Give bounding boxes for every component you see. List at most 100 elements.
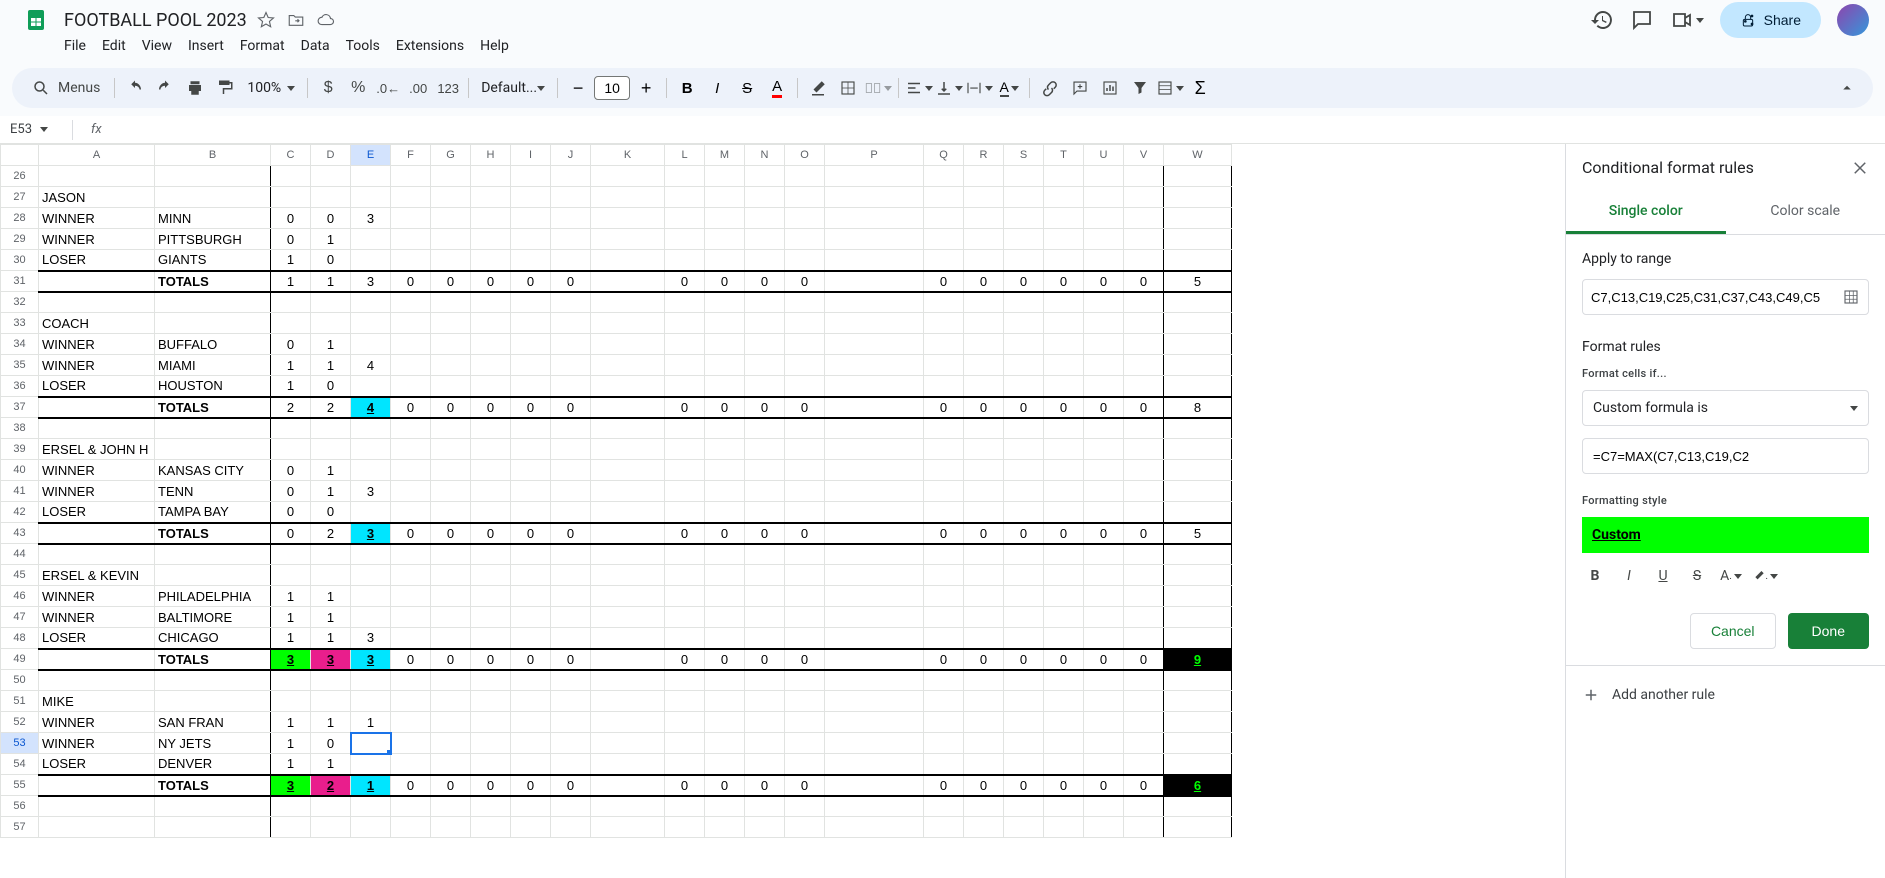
cell-R34[interactable] [964, 334, 1004, 355]
cell-G39[interactable] [431, 439, 471, 460]
cell-U47[interactable] [1084, 607, 1124, 628]
cell-D27[interactable] [311, 187, 351, 208]
cell-A30[interactable]: LOSER [39, 250, 155, 271]
increase-font-button[interactable]: + [632, 74, 660, 102]
cell-W51[interactable] [1164, 691, 1232, 712]
cell-K56[interactable] [591, 796, 665, 817]
fill-color-button[interactable] [804, 74, 832, 102]
cell-K31[interactable] [591, 271, 665, 292]
cell-O28[interactable] [785, 208, 825, 229]
cell-U30[interactable] [1084, 250, 1124, 271]
cell-T53[interactable] [1044, 733, 1084, 754]
cell-V42[interactable] [1124, 502, 1164, 523]
cell-V53[interactable] [1124, 733, 1164, 754]
cell-L48[interactable] [665, 628, 705, 649]
cell-F41[interactable] [391, 481, 431, 502]
cell-A54[interactable]: LOSER [39, 754, 155, 775]
cell-E27[interactable] [351, 187, 391, 208]
cell-K52[interactable] [591, 712, 665, 733]
cell-I52[interactable] [511, 712, 551, 733]
strikethrough-button[interactable]: S [733, 74, 761, 102]
cell-A52[interactable]: WINNER [39, 712, 155, 733]
cell-Q48[interactable] [924, 628, 964, 649]
cell-I42[interactable] [511, 502, 551, 523]
cell-J57[interactable] [551, 817, 591, 838]
cell-D53[interactable]: 0 [311, 733, 351, 754]
cell-C30[interactable]: 1 [271, 250, 311, 271]
cell-H53[interactable] [471, 733, 511, 754]
fmt-italic-button[interactable]: I [1616, 563, 1642, 589]
cell-C54[interactable]: 1 [271, 754, 311, 775]
cell-A40[interactable]: WINNER [39, 460, 155, 481]
cell-K28[interactable] [591, 208, 665, 229]
cell-H57[interactable] [471, 817, 511, 838]
cell-B27[interactable] [155, 187, 271, 208]
cell-O29[interactable] [785, 229, 825, 250]
cell-Q55[interactable]: 0 [924, 775, 964, 796]
cell-J54[interactable] [551, 754, 591, 775]
cell-B28[interactable]: MINN [155, 208, 271, 229]
cell-N35[interactable] [745, 355, 785, 376]
cell-W54[interactable] [1164, 754, 1232, 775]
cell-E46[interactable] [351, 586, 391, 607]
cell-T56[interactable] [1044, 796, 1084, 817]
cell-O32[interactable] [785, 292, 825, 313]
cell-F55[interactable]: 0 [391, 775, 431, 796]
cell-G32[interactable] [431, 292, 471, 313]
cell-M47[interactable] [705, 607, 745, 628]
cell-Q36[interactable] [924, 376, 964, 397]
cell-B56[interactable] [155, 796, 271, 817]
cell-O51[interactable] [785, 691, 825, 712]
name-box[interactable]: E53 [6, 122, 72, 137]
cell-P49[interactable] [825, 649, 924, 670]
cell-K42[interactable] [591, 502, 665, 523]
cell-C55[interactable]: 3 [271, 775, 311, 796]
filter-views-button[interactable] [1156, 74, 1184, 102]
cell-F45[interactable] [391, 565, 431, 586]
cell-V32[interactable] [1124, 292, 1164, 313]
row-header-29[interactable]: 29 [1, 229, 39, 250]
cell-L49[interactable]: 0 [665, 649, 705, 670]
cell-E26[interactable] [351, 166, 391, 187]
cell-V52[interactable] [1124, 712, 1164, 733]
cell-N40[interactable] [745, 460, 785, 481]
cell-D50[interactable] [311, 670, 351, 691]
cell-B38[interactable] [155, 418, 271, 439]
cell-R29[interactable] [964, 229, 1004, 250]
menu-edit[interactable]: Edit [94, 34, 134, 58]
cell-Q53[interactable] [924, 733, 964, 754]
cell-I56[interactable] [511, 796, 551, 817]
move-icon[interactable] [287, 11, 305, 29]
cell-W48[interactable] [1164, 628, 1232, 649]
cell-R49[interactable]: 0 [964, 649, 1004, 670]
cell-B51[interactable] [155, 691, 271, 712]
menu-insert[interactable]: Insert [180, 34, 232, 58]
cell-L47[interactable] [665, 607, 705, 628]
cell-Q27[interactable] [924, 187, 964, 208]
cell-V35[interactable] [1124, 355, 1164, 376]
cell-A44[interactable] [39, 544, 155, 565]
cell-T32[interactable] [1044, 292, 1084, 313]
cell-V50[interactable] [1124, 670, 1164, 691]
cell-Q40[interactable] [924, 460, 964, 481]
cell-I45[interactable] [511, 565, 551, 586]
cell-H46[interactable] [471, 586, 511, 607]
cell-A45[interactable]: ERSEL & KEVIN [39, 565, 155, 586]
cell-H32[interactable] [471, 292, 511, 313]
cell-T43[interactable]: 0 [1044, 523, 1084, 544]
cell-D52[interactable]: 1 [311, 712, 351, 733]
cell-Q46[interactable] [924, 586, 964, 607]
cell-U56[interactable] [1084, 796, 1124, 817]
cell-T47[interactable] [1044, 607, 1084, 628]
row-header-31[interactable]: 31 [1, 271, 39, 292]
cell-D28[interactable]: 0 [311, 208, 351, 229]
cell-A33[interactable]: COACH [39, 313, 155, 334]
cell-F40[interactable] [391, 460, 431, 481]
cell-N56[interactable] [745, 796, 785, 817]
col-header-A[interactable]: A [39, 145, 155, 166]
row-header-36[interactable]: 36 [1, 376, 39, 397]
cell-I40[interactable] [511, 460, 551, 481]
cell-N39[interactable] [745, 439, 785, 460]
cell-A53[interactable]: WINNER [39, 733, 155, 754]
cell-D51[interactable] [311, 691, 351, 712]
